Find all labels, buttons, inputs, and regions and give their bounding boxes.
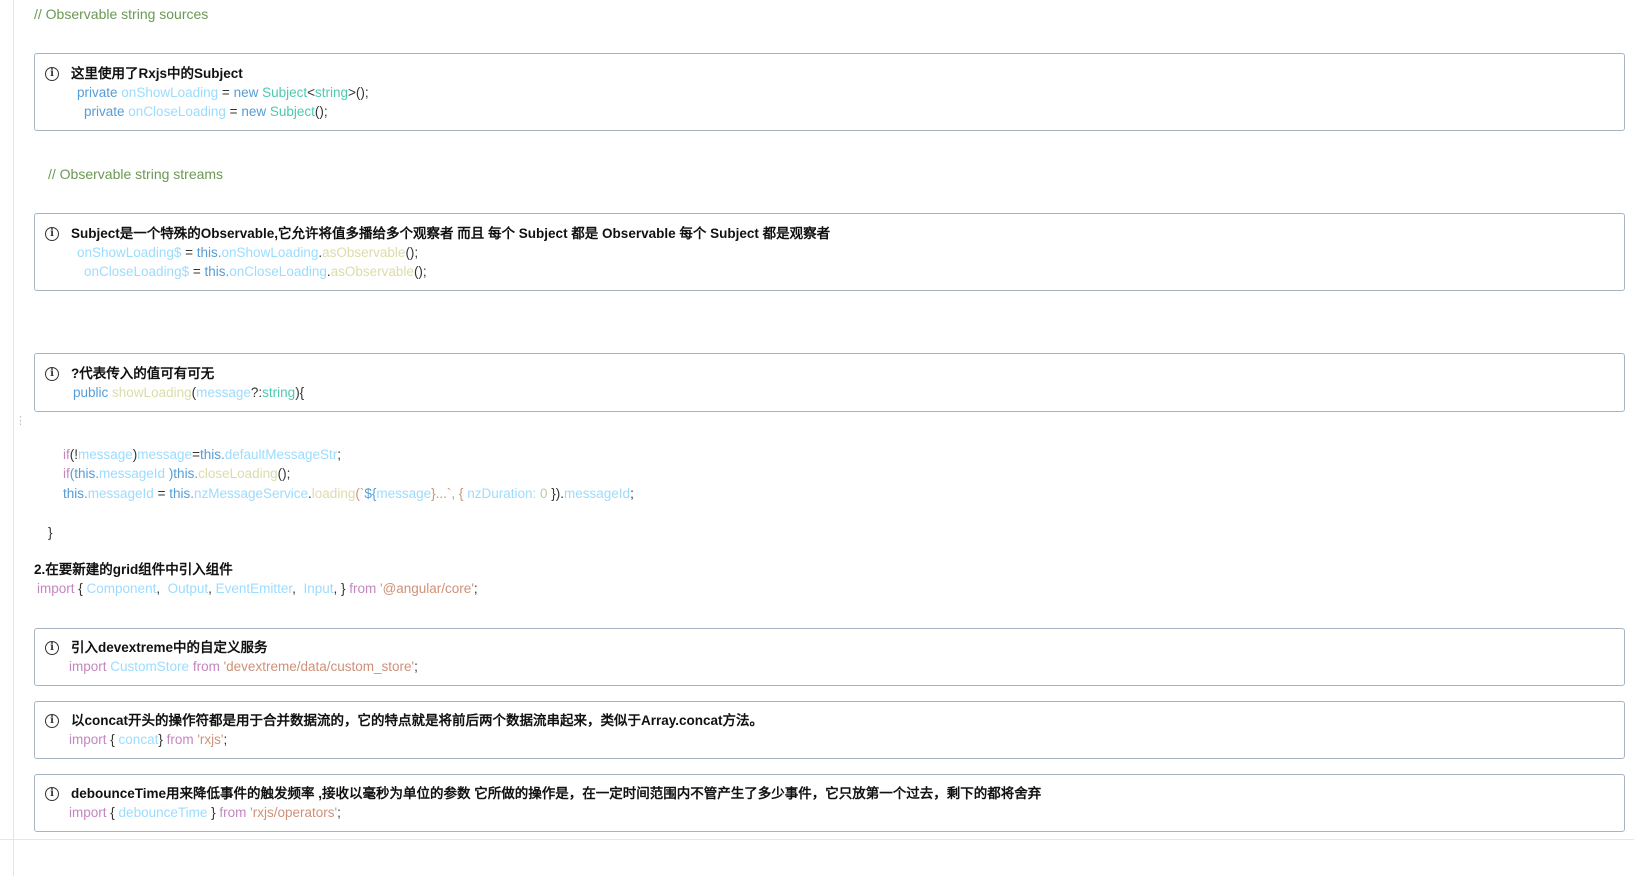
info-callout-debounce: i debounceTime用来降低事件的触发频率 ,接收以毫秒为单位的参数 它… — [34, 774, 1625, 832]
info-callout-optional: i ?代表传入的值可有可无 public showLoading(message… — [34, 353, 1625, 412]
section-heading: 2.在要新建的grid组件中引入组件 — [34, 562, 233, 577]
code-line: if(!message)message=this.defaultMessageS… — [63, 447, 342, 462]
code-line: private onCloseLoading = new Subject(); — [84, 104, 328, 119]
callout-title: debounceTime用来降低事件的触发频率 ,接收以毫秒为单位的参数 它所做… — [71, 786, 1042, 801]
info-callout-subject: i 这里使用了Rxjs中的Subject private onShowLoadi… — [34, 53, 1625, 131]
info-circle-icon: i — [45, 641, 59, 655]
info-circle-icon: i — [45, 67, 59, 81]
code-closing-brace: } — [48, 525, 53, 540]
callout-title: 引入devextreme中的自定义服务 — [71, 640, 268, 655]
info-callout-concat: i 以concat开头的操作符都是用于合并数据流的，它的特点就是将前后两个数据流… — [34, 701, 1625, 759]
code-line: onShowLoading$ = this.onShowLoading.asOb… — [77, 245, 419, 260]
bottom-divider — [0, 839, 1634, 840]
info-callout-observable: i Subject是一个特殊的Observable,它允许将值多播给多个观察者 … — [34, 213, 1625, 291]
code-line: import CustomStore from 'devextreme/data… — [69, 659, 418, 674]
callout-title: Subject是一个特殊的Observable,它允许将值多播给多个观察者 而且… — [71, 226, 831, 241]
document-content: // Observable string sources i 这里使用了Rxjs… — [0, 0, 1634, 876]
code-line: onCloseLoading$ = this.onCloseLoading.as… — [84, 264, 427, 279]
code-line: public showLoading(message?:string){ — [73, 385, 305, 400]
code-line: if(this.messageId )this.closeLoading(); — [63, 466, 291, 481]
info-circle-icon: i — [45, 367, 59, 381]
info-circle-icon: i — [45, 714, 59, 728]
code-line: private onShowLoading = new Subject<stri… — [77, 85, 369, 100]
callout-title: 这里使用了Rxjs中的Subject — [71, 66, 243, 81]
info-callout-devextreme: i 引入devextreme中的自定义服务 import CustomStore… — [34, 628, 1625, 686]
code-line: this.messageId = this.nzMessageService.l… — [63, 486, 634, 501]
code-line: import { concat} from 'rxjs'; — [69, 732, 228, 747]
code-line: import { debounceTime } from 'rxjs/opera… — [69, 805, 341, 820]
callout-title: ?代表传入的值可有可无 — [71, 366, 215, 381]
info-circle-icon: i — [45, 787, 59, 801]
comment-sources: // Observable string sources — [34, 6, 209, 22]
code-line: import { Component, Output, EventEmitter… — [37, 581, 478, 596]
comment-streams: // Observable string streams — [48, 166, 224, 182]
info-circle-icon: i — [45, 227, 59, 241]
callout-title: 以concat开头的操作符都是用于合并数据流的，它的特点就是将前后两个数据流串起… — [71, 713, 764, 728]
